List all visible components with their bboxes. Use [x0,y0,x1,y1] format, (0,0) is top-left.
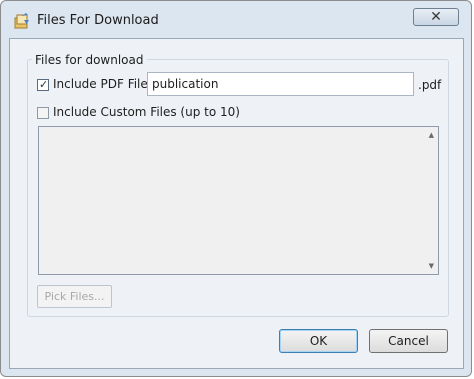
cancel-button[interactable]: Cancel [369,329,448,353]
include-pdf-checkbox[interactable]: ✓ [37,78,49,91]
ok-button[interactable]: OK [279,329,358,353]
pick-files-button[interactable]: Pick Files... [37,285,112,308]
window-title: Files For Download [37,13,159,28]
pdf-extension-label: .pdf [418,78,442,92]
pdf-filename-input[interactable] [147,72,414,96]
title-bar: Files For Download ✕ [1,1,471,37]
close-button[interactable]: ✕ [413,8,459,26]
include-custom-checkbox[interactable] [37,107,49,119]
include-custom-label: Include Custom Files (up to 10) [53,105,240,119]
dialog-window: Files For Download ✕ Files for download … [0,0,472,377]
group-label: Files for download [32,53,147,67]
close-icon: ✕ [430,9,442,25]
custom-files-list[interactable]: ▲ ▼ [38,126,439,275]
include-pdf-label: Include PDF File [53,77,148,91]
files-download-icon [13,12,31,30]
checkmark-icon: ✓ [39,78,49,91]
scroll-up-arrow-icon[interactable]: ▲ [429,131,434,139]
scroll-down-arrow-icon[interactable]: ▼ [429,262,434,270]
dialog-body: Files for download ✓ Include PDF File .p… [9,38,464,369]
